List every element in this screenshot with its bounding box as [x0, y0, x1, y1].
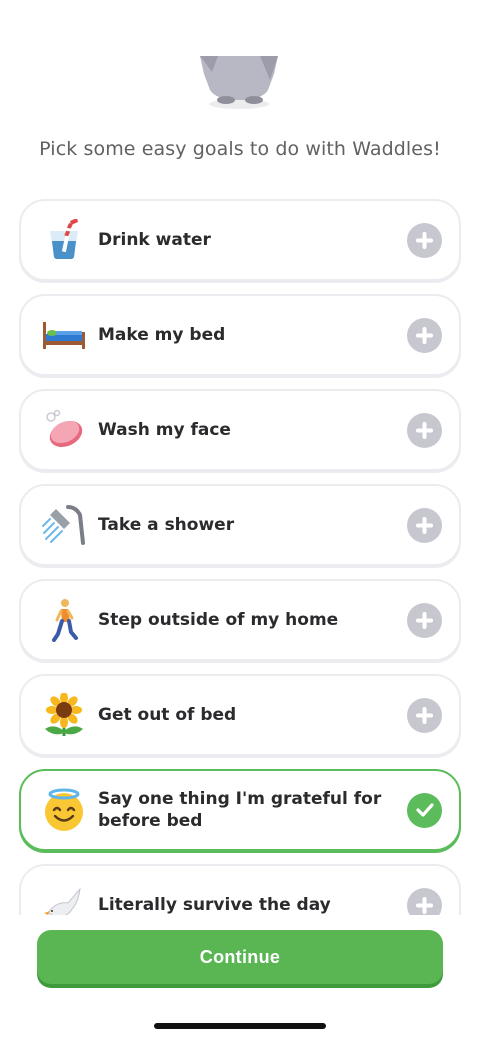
goal-card-drink-water[interactable]: Drink water — [19, 199, 461, 281]
goals-screen: Pick some easy goals to do with Waddles!… — [0, 0, 480, 1039]
plus-icon — [416, 231, 433, 249]
dove-icon — [41, 882, 87, 915]
goal-card-wash-my-face[interactable]: Wash my face — [19, 389, 461, 471]
add-goal-button[interactable] — [407, 887, 442, 915]
sunflower-icon — [41, 692, 87, 738]
goal-label: Make my bed — [98, 325, 226, 345]
person-walking-icon — [41, 597, 87, 643]
goal-card-survive-the-day[interactable]: Literally survive the day — [19, 864, 461, 915]
goal-label: Step outside of my home — [98, 610, 339, 630]
plus-icon — [416, 611, 433, 629]
plus-icon — [416, 896, 433, 914]
waddles-mascot-icon — [200, 56, 278, 109]
cup-with-straw-icon — [41, 217, 87, 263]
goal-card-step-outside[interactable]: Step outside of my home — [19, 579, 461, 661]
goals-list[interactable]: Drink water Make my bed Wash my face Tak… — [0, 190, 480, 915]
goal-label: Take a shower — [98, 515, 235, 535]
add-goal-button[interactable] — [407, 697, 442, 733]
remove-goal-button[interactable] — [407, 792, 442, 828]
goal-card-take-a-shower[interactable]: Take a shower — [19, 484, 461, 566]
plus-icon — [416, 421, 433, 439]
add-goal-button[interactable] — [407, 412, 442, 448]
plus-icon — [416, 516, 433, 534]
home-indicator — [154, 1023, 326, 1029]
shower-icon — [41, 502, 87, 548]
smiling-face-with-halo-icon — [41, 787, 87, 833]
add-goal-button[interactable] — [407, 507, 442, 543]
goal-card-grateful[interactable]: Say one thing I'm grateful for before be… — [19, 769, 461, 851]
bed-icon — [41, 312, 87, 358]
soap-icon — [41, 407, 87, 453]
add-goal-button[interactable] — [407, 602, 442, 638]
page-subtitle: Pick some easy goals to do with Waddles! — [39, 138, 441, 160]
goal-card-get-out-of-bed[interactable]: Get out of bed — [19, 674, 461, 756]
goal-label: Say one thing I'm grateful for before be… — [98, 789, 382, 831]
checkmark-icon — [415, 803, 434, 817]
goal-label: Wash my face — [98, 420, 231, 440]
goal-label: Literally survive the day — [98, 895, 331, 915]
plus-icon — [416, 326, 433, 344]
goal-label: Get out of bed — [98, 705, 237, 725]
goal-card-make-my-bed[interactable]: Make my bed — [19, 294, 461, 376]
add-goal-button[interactable] — [407, 222, 442, 258]
continue-button[interactable]: Continue — [37, 930, 443, 984]
goal-label: Drink water — [98, 230, 211, 250]
plus-icon — [416, 706, 433, 724]
add-goal-button[interactable] — [407, 317, 442, 353]
